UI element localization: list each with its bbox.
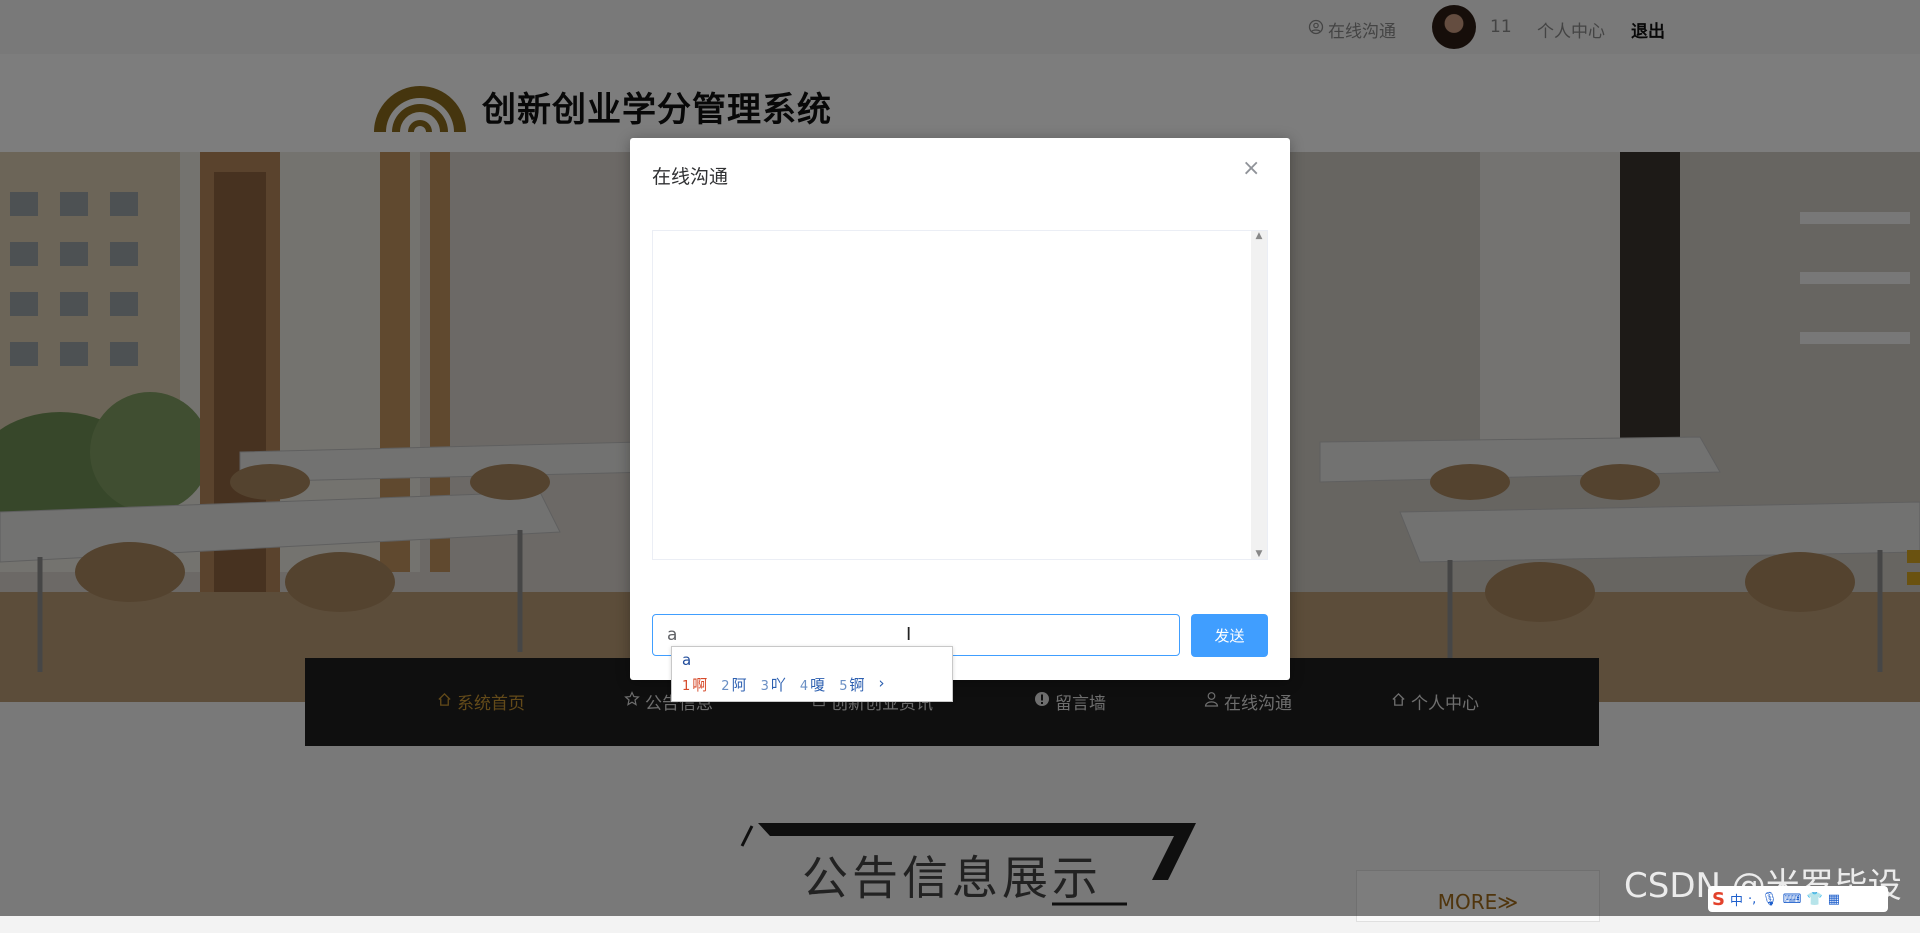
keyboard-icon[interactable]: ⌨ [1783, 892, 1802, 907]
ime-composition: a [682, 651, 692, 669]
ime-candidate[interactable]: 2阿 [721, 674, 746, 695]
toolbox-icon[interactable]: ▦ [1828, 892, 1840, 907]
skin-icon[interactable]: 👕 [1807, 892, 1823, 907]
ime-candidate[interactable]: 5锕 [839, 674, 864, 695]
scroll-up-icon[interactable]: ▲ [1256, 231, 1263, 241]
scroll-down-icon[interactable]: ▼ [1256, 549, 1263, 559]
ime-candidate-list: 1啊 2阿 3吖 4嗄 5锕 › [682, 674, 884, 695]
text-cursor-icon: I [906, 624, 912, 645]
ime-candidate[interactable]: 3吖 [761, 674, 786, 695]
ime-toolbar: S 中 ·, 🎙 ⌨ 👕 ▦ [1708, 886, 1888, 912]
ime-next-page-icon[interactable]: › [878, 674, 884, 695]
chat-message-area[interactable]: ▲ ▼ [652, 230, 1268, 560]
punctuation-icon[interactable]: ·, [1748, 892, 1756, 907]
chat-dialog: 在线沟通 × ▲ ▼ 发送 [630, 138, 1290, 680]
close-icon[interactable]: × [1242, 156, 1260, 181]
notice-title: 公告信息展示 [802, 851, 1102, 905]
language-toggle-icon[interactable]: 中 [1730, 890, 1743, 909]
ime-candidate-popup: a 1啊 2阿 3吖 4嗄 5锕 › [671, 646, 953, 702]
send-button[interactable]: 发送 [1191, 614, 1268, 657]
ime-candidate[interactable]: 1啊 [682, 674, 707, 695]
sogou-logo-icon[interactable]: S [1712, 889, 1725, 910]
chat-scrollbar[interactable]: ▲ ▼ [1251, 231, 1267, 559]
microphone-icon[interactable]: 🎙 [1761, 892, 1778, 907]
dialog-title: 在线沟通 [652, 166, 729, 188]
ime-candidate[interactable]: 4嗄 [800, 674, 825, 695]
